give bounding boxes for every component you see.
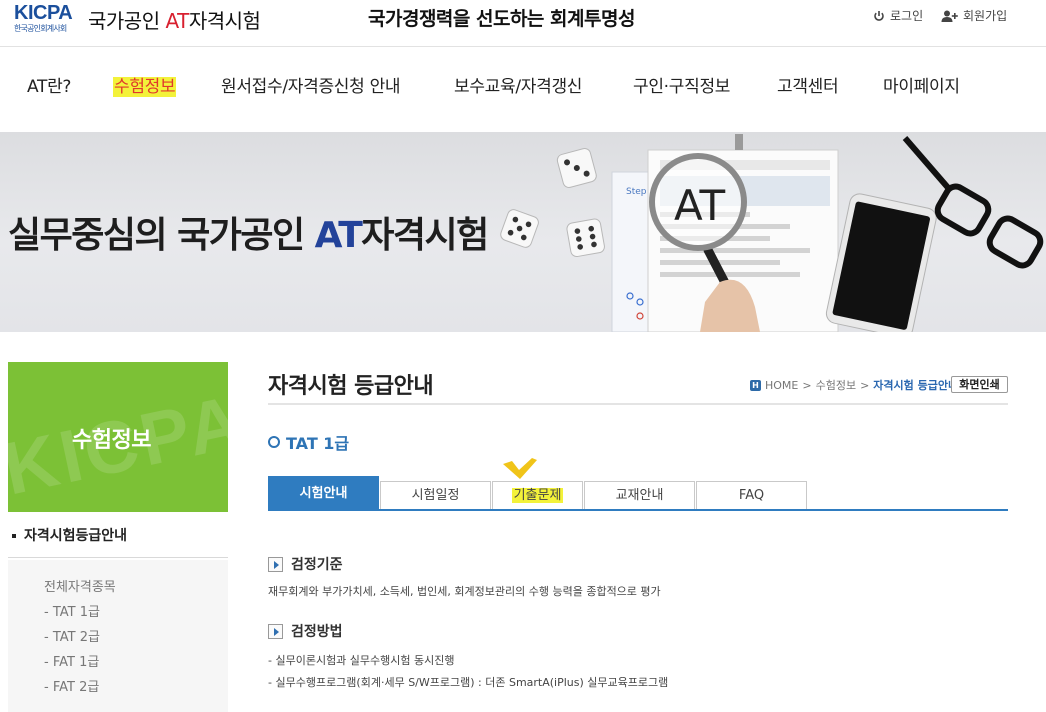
circle-bullet-icon [268, 436, 280, 448]
bullet-icon [12, 534, 16, 538]
tab-faq[interactable]: FAQ [696, 481, 807, 510]
nav-item-mypage[interactable]: 마이페이지 [883, 72, 960, 97]
login-label: 로그인 [890, 9, 924, 23]
side-item-label: 자격시험등급안내 [24, 528, 128, 544]
side-menu-header: KICPA 수험정보 [8, 362, 228, 512]
tab-label: 기출문제 [511, 488, 564, 503]
print-button[interactable]: 화면인쇄 [951, 376, 1008, 393]
section-heading: 검정기준 [268, 554, 343, 574]
side-menu-title: 수험정보 [72, 428, 151, 453]
tab-textbooks[interactable]: 교재안내 [584, 481, 695, 510]
nav-label: 고객센터 [777, 77, 839, 97]
top-header: KICPA 한국공인회계사회 국가공인 AT자격시험 국가경쟁력을 선도하는 회… [0, 0, 1046, 46]
side-sub-item-tat1[interactable]: - TAT 1급 [44, 601, 100, 620]
checkmark-icon [503, 458, 537, 479]
section-title: 검정방법 [291, 624, 343, 640]
slogan: 국가경쟁력을 선도하는 회계투명성 [368, 8, 635, 30]
site-title-prefix: 국가공인 [88, 9, 166, 33]
arrow-box-icon [268, 556, 283, 572]
dice-icon [566, 218, 605, 258]
grade-label: TAT 1급 [286, 434, 350, 453]
banner-illustration: Step 2 AT [500, 134, 1044, 332]
logo-subtitle: 한국공인회계사회 [14, 24, 67, 33]
side-sub-item-all[interactable]: 전체자격종목 [44, 576, 116, 595]
home-icon: H [750, 379, 761, 391]
side-sub-item-fat1[interactable]: - FAT 1급 [44, 651, 99, 670]
arrow-box-icon [268, 623, 283, 639]
join-link[interactable]: 회원가입 [941, 7, 1007, 24]
section-text: - 실무이론시험과 실무수행시험 동시진행 [268, 654, 455, 667]
breadcrumb-current: 자격시험 등급안내 [873, 379, 959, 392]
power-icon [874, 10, 884, 21]
side-submenu: 전체자격종목 - TAT 1급 - TAT 2급 - FAT 1급 - FAT … [8, 560, 228, 712]
grade-heading: TAT 1급 [268, 430, 349, 454]
nav-item-continuing-education[interactable]: 보수교육/자격갱신 [454, 72, 582, 97]
tabs-underline [268, 509, 1008, 511]
nav-label: 보수교육/자격갱신 [454, 77, 583, 97]
title-divider [268, 403, 1008, 405]
main-banner: 실무중심의 국가공인 AT자격시험 Step 2 AT [0, 132, 1046, 332]
login-link[interactable]: 로그인 [873, 7, 923, 24]
join-label: 회원가입 [963, 9, 1008, 23]
dice-icon [556, 148, 597, 188]
nav-label: 마이페이지 [883, 77, 960, 97]
dice-icon [500, 209, 539, 248]
breadcrumb-level1[interactable]: 수험정보 [816, 377, 856, 393]
section-title: 검정기준 [291, 557, 343, 573]
nav-label: 수험정보 [113, 77, 177, 97]
site-title[interactable]: 국가공인 AT자격시험 [88, 5, 261, 34]
site-title-at: AT [165, 9, 189, 33]
magnifier-text: AT [674, 181, 725, 230]
section-heading: 검정방법 [268, 621, 343, 641]
section-text: 재무회계와 부가가치세, 소득세, 법인세, 회계정보관리의 수행 능력을 종합… [268, 585, 661, 598]
side-item-grade-guide[interactable]: 자격시험등급안내 [8, 514, 228, 558]
tab-exam-guide[interactable]: 시험안내 [268, 476, 379, 510]
kicpa-logo[interactable]: KICPA 한국공인회계사회 [14, 2, 80, 34]
breadcrumb-home[interactable]: HOME [765, 379, 798, 392]
side-sub-item-tat2[interactable]: - TAT 2급 [44, 626, 100, 645]
nav-label: AT란? [27, 77, 72, 97]
site-title-suffix: 자격시험 [188, 9, 261, 33]
nav-item-application[interactable]: 원서접수/자격증신청 안내 [221, 72, 401, 97]
page-title: 자격시험 등급안내 [268, 374, 434, 399]
tab-exam-schedule[interactable]: 시험일정 [380, 481, 491, 510]
logo-mark: KICPA [14, 2, 73, 24]
breadcrumb-separator: > [802, 378, 812, 392]
nav-item-jobs[interactable]: 구인·구직정보 [633, 72, 730, 97]
nav-item-about-at[interactable]: AT란? [27, 72, 71, 97]
breadcrumb: H HOME > 수험정보 > 자격시험 등급안내 [750, 377, 958, 393]
phone-icon [825, 193, 937, 332]
nav-label: 원서접수/자격증신청 안내 [221, 77, 401, 97]
main-navigation: AT란? 수험정보 원서접수/자격증신청 안내 보수교육/자격갱신 구인·구직정… [0, 47, 1046, 132]
section-text: - 실무수행프로그램(회계·세무 S/W프로그램) : 더존 SmartA(iP… [268, 676, 669, 689]
nav-label: 구인·구직정보 [633, 77, 731, 97]
add-user-icon [941, 10, 958, 22]
nav-item-exam-info[interactable]: 수험정보 [113, 72, 177, 97]
nav-item-customer-center[interactable]: 고객센터 [777, 72, 839, 97]
breadcrumb-separator: > [860, 378, 870, 392]
side-sub-item-fat2[interactable]: - FAT 2급 [44, 676, 99, 695]
tab-past-exams[interactable]: 기출문제 [492, 481, 583, 510]
